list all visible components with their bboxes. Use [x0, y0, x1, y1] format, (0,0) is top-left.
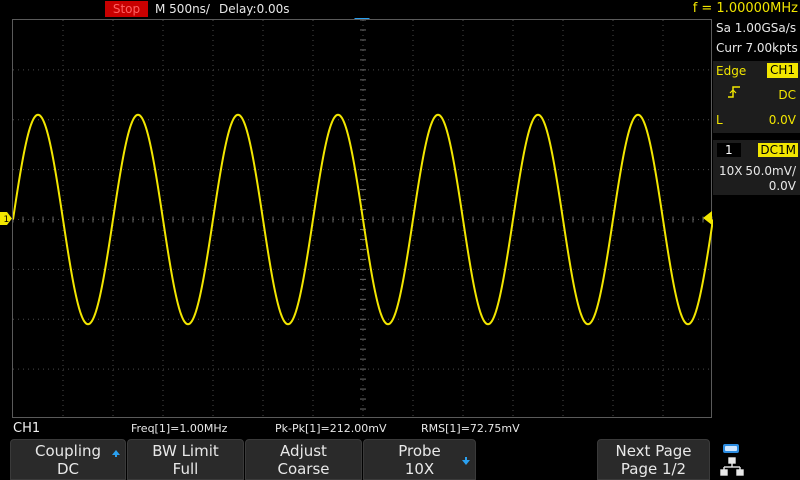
trigger-level-value: 0.0V [768, 113, 796, 127]
channel-offset: 0.0V [768, 179, 796, 193]
channel-number: 1 [717, 143, 741, 157]
status-icons [720, 444, 744, 476]
arrow-up-icon [112, 450, 120, 457]
trigger-type: Edge [716, 64, 747, 78]
network-icon [720, 457, 744, 476]
waveform-display[interactable] [12, 19, 713, 419]
coupling-softkey[interactable]: Coupling DC [10, 439, 126, 480]
memory-depth: Curr 7.00kpts [716, 41, 798, 55]
adjust-softkey[interactable]: Adjust Coarse [245, 439, 362, 480]
softkey-value: Page 1/2 [620, 460, 687, 478]
menu-channel-label: CH1 [13, 421, 41, 436]
trigger-source: CH1 [766, 63, 798, 78]
trigger-level-label: L [716, 113, 723, 127]
rising-edge-icon [728, 86, 740, 98]
arrow-down-icon [462, 457, 470, 465]
run-stop-status[interactable]: Stop [105, 1, 148, 17]
measurement-rms: RMS[1]=72.75mV [421, 422, 520, 435]
channel-scale: 50.0mV/ [745, 164, 796, 178]
channel-probe: 10X [719, 164, 743, 178]
measurement-pk-pk: Pk-Pk[1]=212.00mV [275, 422, 387, 435]
softkey-title: Coupling [34, 442, 102, 460]
channel-1-info-panel[interactable]: 1 DC1M 10X 50.0mV/ 0.0V [713, 140, 800, 195]
measurement-frequency: Freq[1]=1.00MHz [131, 422, 228, 435]
delay-readout: Delay:0.00s [219, 2, 290, 16]
graticule [13, 20, 713, 419]
softkey-value: Full [172, 460, 199, 478]
softkey-title: Next Page [615, 442, 692, 460]
probe-softkey[interactable]: Probe 10X [363, 439, 476, 480]
channel-coupling-impedance: DC1M [758, 143, 798, 157]
softkey-title: Probe [398, 442, 441, 460]
sample-rate: Sa 1.00GSa/s [716, 21, 797, 35]
softkey-value: 10X [404, 460, 435, 478]
next-page-softkey[interactable]: Next Page Page 1/2 [597, 439, 710, 480]
softkey-title: Adjust [280, 442, 327, 460]
frequency-counter: f = 1.00000MHz [692, 1, 798, 16]
trigger-level-marker[interactable] [703, 211, 712, 225]
softkey-value: DC [56, 460, 80, 478]
usb-storage-icon [723, 444, 739, 453]
softkey-title: BW Limit [152, 442, 219, 460]
status-bar: Stop M 500ns/ Delay:0.00s f = 1.00000MHz [0, 0, 800, 18]
bw-limit-softkey[interactable]: BW Limit Full [127, 439, 244, 480]
trigger-info-panel[interactable]: Edge CH1 DC L 0.0V [713, 61, 800, 133]
trigger-coupling: DC [778, 88, 796, 102]
softkey-value: Coarse [277, 460, 330, 478]
channel-marker-label: 1 [4, 215, 10, 225]
timebase-readout: M 500ns/ [155, 2, 210, 16]
channel-1-offset-marker[interactable]: 1 [0, 212, 12, 225]
